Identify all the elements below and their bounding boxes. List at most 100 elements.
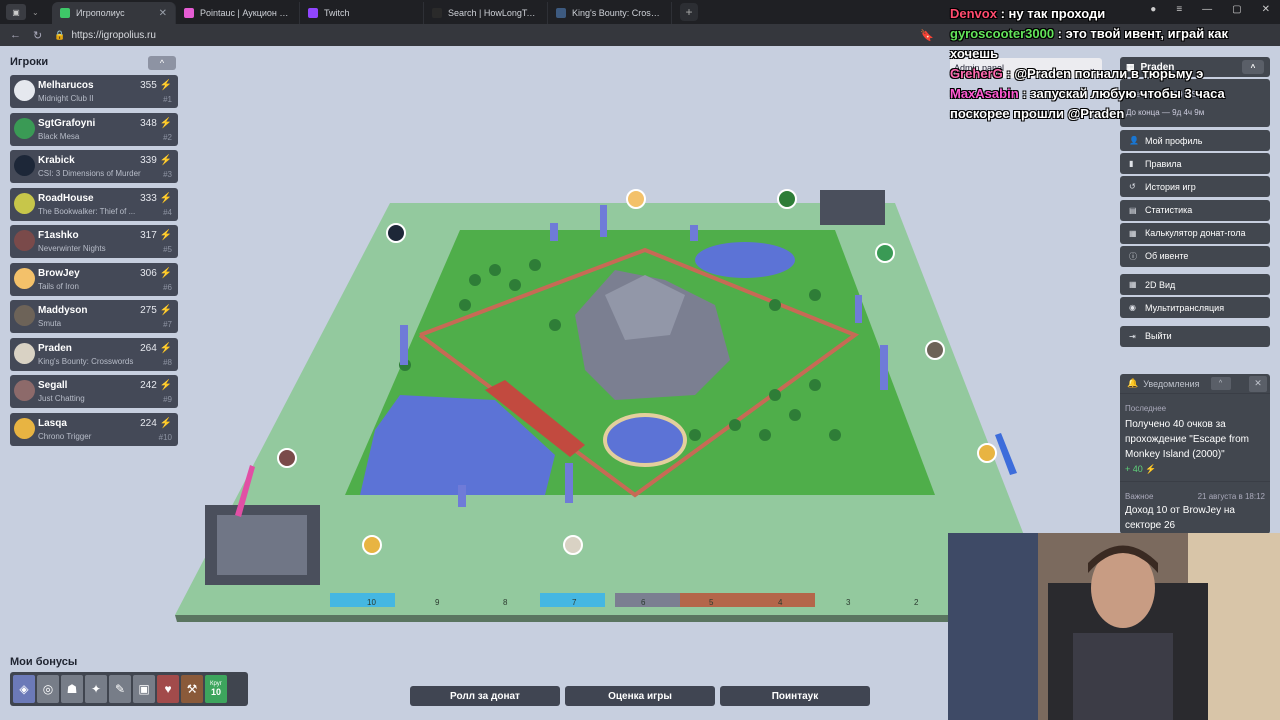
- bonuses-title: Мои бонусы: [10, 656, 78, 668]
- player-avatar: [14, 380, 35, 401]
- close-icon[interactable]: ✕: [1249, 375, 1267, 392]
- bell-icon: 🔔: [1127, 378, 1139, 388]
- player-score: 333 ⚡: [140, 193, 172, 204]
- players-collapse-button[interactable]: ^: [148, 56, 176, 70]
- bonus-slot[interactable]: ▣: [133, 675, 155, 703]
- bonus-slot[interactable]: ◎: [37, 675, 59, 703]
- important-row: Важное 21 августа в 18:12: [1120, 481, 1270, 503]
- bonus-slot[interactable]: ◈: [13, 675, 35, 703]
- webcam-overlay: [948, 533, 1280, 720]
- player-score: 306 ⚡: [140, 268, 172, 279]
- game-board[interactable]: 10 9 8 7 6 5 4 3 2: [175, 185, 1055, 625]
- player-rank: #9: [163, 395, 172, 404]
- player-card[interactable]: Segall Just Chatting 242 ⚡ #9: [10, 375, 178, 408]
- stream-chat-overlay: Denvox : ну так проходи gyroscooter3000 :…: [950, 4, 1275, 124]
- player-card[interactable]: RoadHouse The Bookwalker: Thief of ... 3…: [10, 187, 178, 221]
- player-rank: #2: [163, 132, 172, 142]
- corner-top-right: [820, 190, 885, 225]
- player-card[interactable]: BrowJey Tails of Iron 306 ⚡ #6: [10, 262, 178, 296]
- bonus-slot[interactable]: ✎: [109, 675, 131, 703]
- logout-icon: ⇥: [1129, 331, 1136, 341]
- notifications-collapse-button[interactable]: ^: [1210, 377, 1231, 390]
- reload-icon[interactable]: ↻: [33, 29, 42, 42]
- player-card[interactable]: Lasqa Chrono Trigger 224 ⚡ #10: [10, 412, 178, 446]
- chat-text: @Praden погнали в тюрьму э: [1014, 66, 1204, 81]
- player-avatar: [14, 342, 35, 364]
- tab-favicon-icon: [432, 8, 442, 18]
- tab-list-icon[interactable]: ⌄: [32, 8, 46, 17]
- board-sector-number: 3: [846, 598, 851, 607]
- url-field[interactable]: 🔒 https://igropolius.ru: [54, 30, 874, 41]
- player-rank: #6: [163, 282, 172, 292]
- players-panel-title: Игроки: [10, 56, 49, 68]
- player-avatar: [14, 417, 35, 439]
- chat-message: GreherG : @Praden погнали в тюрьму э: [950, 66, 1204, 81]
- player-game: Smuta: [38, 319, 62, 328]
- lap-value: 10: [210, 687, 221, 697]
- tab-title: Twitch: [324, 8, 350, 18]
- pointauc-button[interactable]: Поинтаук: [720, 686, 870, 706]
- score-value: 224: [140, 417, 157, 429]
- menu-item[interactable]: ▤ Статистика: [1120, 199, 1270, 221]
- menu-item[interactable]: ↺ История игр: [1120, 176, 1270, 198]
- menu-item-label: Статистика: [1145, 205, 1193, 216]
- player-avatar: [14, 230, 35, 251]
- player-card[interactable]: F1ashko Neverwinter Nights 317 ⚡ #5: [10, 225, 178, 258]
- menu-item-icon: ◉: [1129, 303, 1136, 313]
- menu-item[interactable]: ▦ 2D Вид: [1120, 274, 1270, 296]
- menu-item[interactable]: 👤 Мой профиль: [1120, 130, 1270, 151]
- notifications-title: Уведомления: [1143, 378, 1200, 389]
- player-card[interactable]: Praden King's Bounty: Crosswords 264 ⚡ #…: [10, 337, 178, 371]
- menu-item[interactable]: ▦ Калькулятор донат-гола: [1120, 222, 1270, 244]
- menu-item[interactable]: ⓘ Об ивенте: [1120, 245, 1270, 267]
- board-sector-number: 10: [367, 598, 376, 607]
- bolt-icon: ⚡: [159, 267, 172, 279]
- close-tab-icon[interactable]: ✕: [159, 8, 167, 19]
- menu-item[interactable]: ◉ Мультитрансляция: [1120, 297, 1270, 319]
- latest-points: + 40 ⚡: [1120, 462, 1270, 475]
- tab-title: King's Bounty: Crossworld: [572, 8, 663, 18]
- browser-tab[interactable]: Pointauc | Аукцион для ст: [176, 2, 300, 24]
- board-sector-number: 8: [503, 598, 508, 607]
- rate-game-button[interactable]: Оценка игры: [565, 686, 715, 706]
- score-value: 242: [140, 380, 157, 391]
- player-name: SgtGrafoyni: [38, 117, 96, 129]
- back-icon[interactable]: ←: [10, 29, 21, 41]
- bolt-icon: ⚡: [159, 305, 172, 316]
- roll-donate-button[interactable]: Ролл за донат: [410, 686, 560, 706]
- player-avatar: [14, 155, 35, 176]
- player-card[interactable]: Krabick CSI: 3 Dimensions of Murder 339 …: [10, 150, 178, 183]
- browser-tab[interactable]: Игрополиус ✕: [52, 2, 176, 24]
- browser-tab[interactable]: King's Bounty: Crossworld: [548, 2, 672, 24]
- player-card[interactable]: Melharucos Midnight Club II 355 ⚡ #1: [10, 75, 178, 108]
- score-value: 264: [140, 342, 157, 354]
- browser-menu-icon[interactable]: ▣: [6, 4, 26, 20]
- url-text: https://igropolius.ru: [71, 29, 156, 41]
- browser-tab[interactable]: Twitch: [300, 2, 424, 24]
- bookmark-icon[interactable]: 🔖: [920, 29, 934, 42]
- menu-item-label: 2D Вид: [1145, 279, 1176, 290]
- bonus-slot[interactable]: ☗: [61, 675, 83, 703]
- chat-username: gyroscooter3000: [950, 26, 1055, 41]
- menu-item[interactable]: ▮ Правила: [1120, 153, 1270, 175]
- bolt-icon: ⚡: [159, 80, 172, 91]
- browser-tab[interactable]: Search | HowLongToBeat: [424, 2, 548, 24]
- player-card[interactable]: SgtGrafoyni Black Mesa 348 ⚡ #2: [10, 112, 178, 146]
- bolt-icon: ⚡: [159, 380, 172, 391]
- bolt-icon: ⚡: [159, 230, 172, 241]
- logout-button[interactable]: ⇥ Выйти: [1120, 325, 1270, 347]
- lock-icon: 🔒: [54, 29, 66, 40]
- bonus-slot[interactable]: ♥: [157, 675, 179, 703]
- menu-item-label: История игр: [1145, 181, 1196, 192]
- tab-title: Search | HowLongToBeat: [448, 8, 539, 18]
- new-tab-button[interactable]: +: [680, 3, 698, 21]
- player-score: 275 ⚡: [140, 305, 172, 316]
- bonus-slot[interactable]: ⚒: [181, 675, 203, 703]
- bonus-slot[interactable]: ✦: [85, 675, 107, 703]
- score-value: 306: [140, 267, 157, 279]
- player-rank: #4: [163, 207, 172, 217]
- player-card[interactable]: Maddyson Smuta 275 ⚡ #7: [10, 300, 178, 333]
- tab-favicon-icon: [556, 8, 566, 18]
- menu-item-label: Об ивенте: [1145, 251, 1189, 262]
- score-value: 317: [140, 230, 157, 241]
